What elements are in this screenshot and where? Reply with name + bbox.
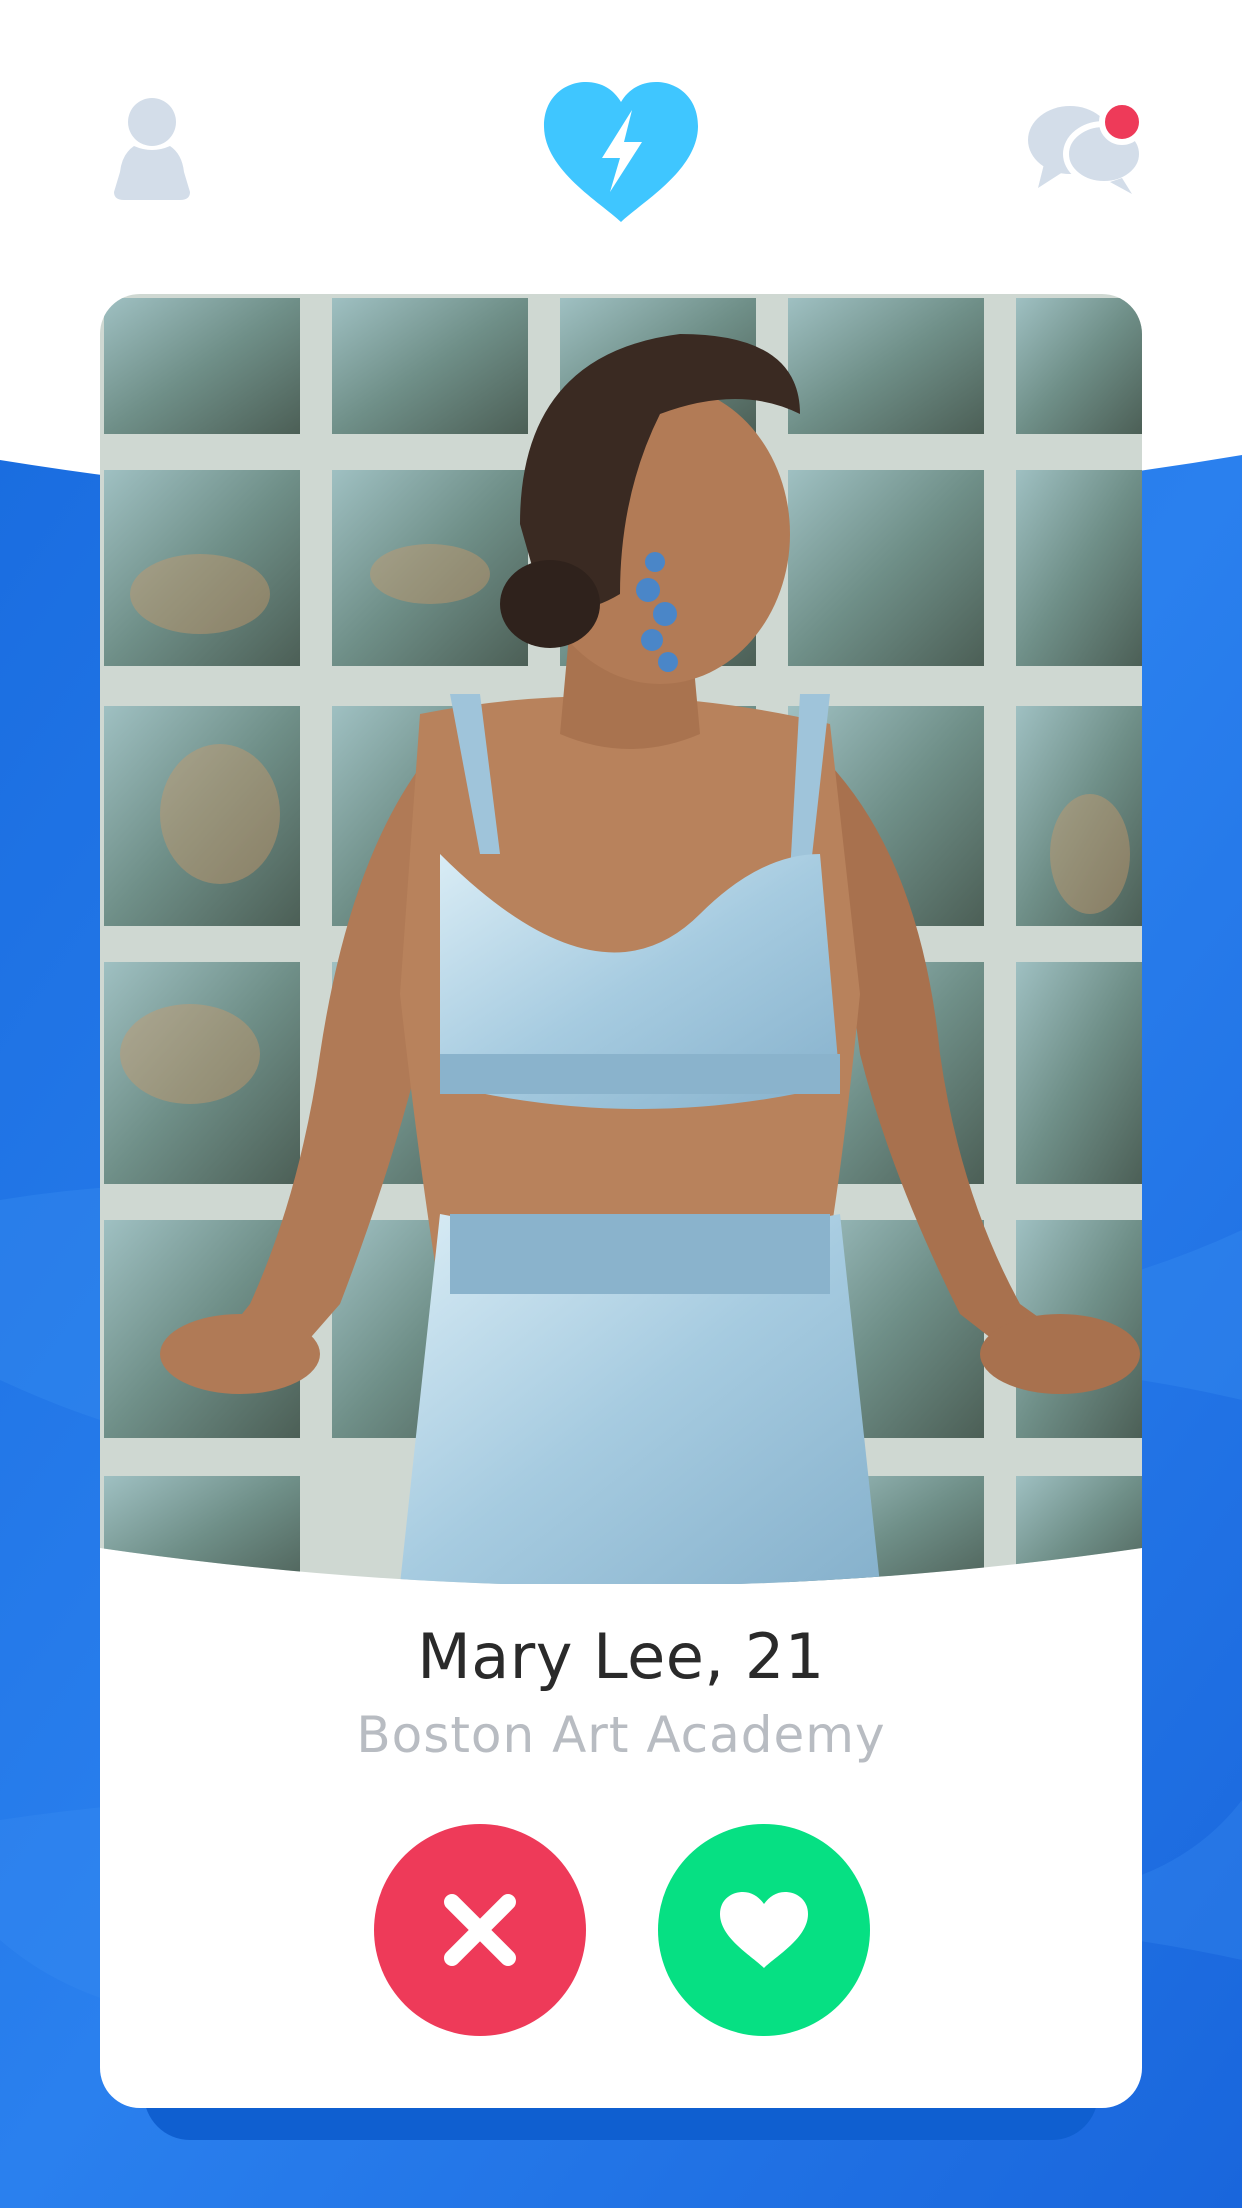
chat-bubbles-icon: [1028, 99, 1145, 194]
close-icon: [444, 1894, 516, 1966]
top-navigation-bar: [0, 0, 1242, 260]
profile-button[interactable]: [100, 92, 204, 202]
profile-school: Boston Art Academy: [356, 1706, 886, 1764]
person-icon: [114, 98, 190, 200]
dating-app-screen: Mary Lee, 21 Boston Art Academy: [0, 0, 1242, 2208]
heart-icon: [720, 1892, 808, 1968]
profile-name-age: Mary Lee, 21: [417, 1620, 825, 1693]
like-button[interactable]: [658, 1824, 870, 2036]
profile-photo: [100, 294, 1142, 1584]
profile-card[interactable]: Mary Lee, 21 Boston Art Academy: [100, 294, 1142, 2108]
app-logo-button[interactable]: [540, 80, 702, 224]
lightning-heart-icon: [544, 82, 698, 222]
messages-button[interactable]: [1026, 98, 1146, 196]
notification-dot: [1099, 99, 1145, 145]
nope-button[interactable]: [374, 1824, 586, 2036]
